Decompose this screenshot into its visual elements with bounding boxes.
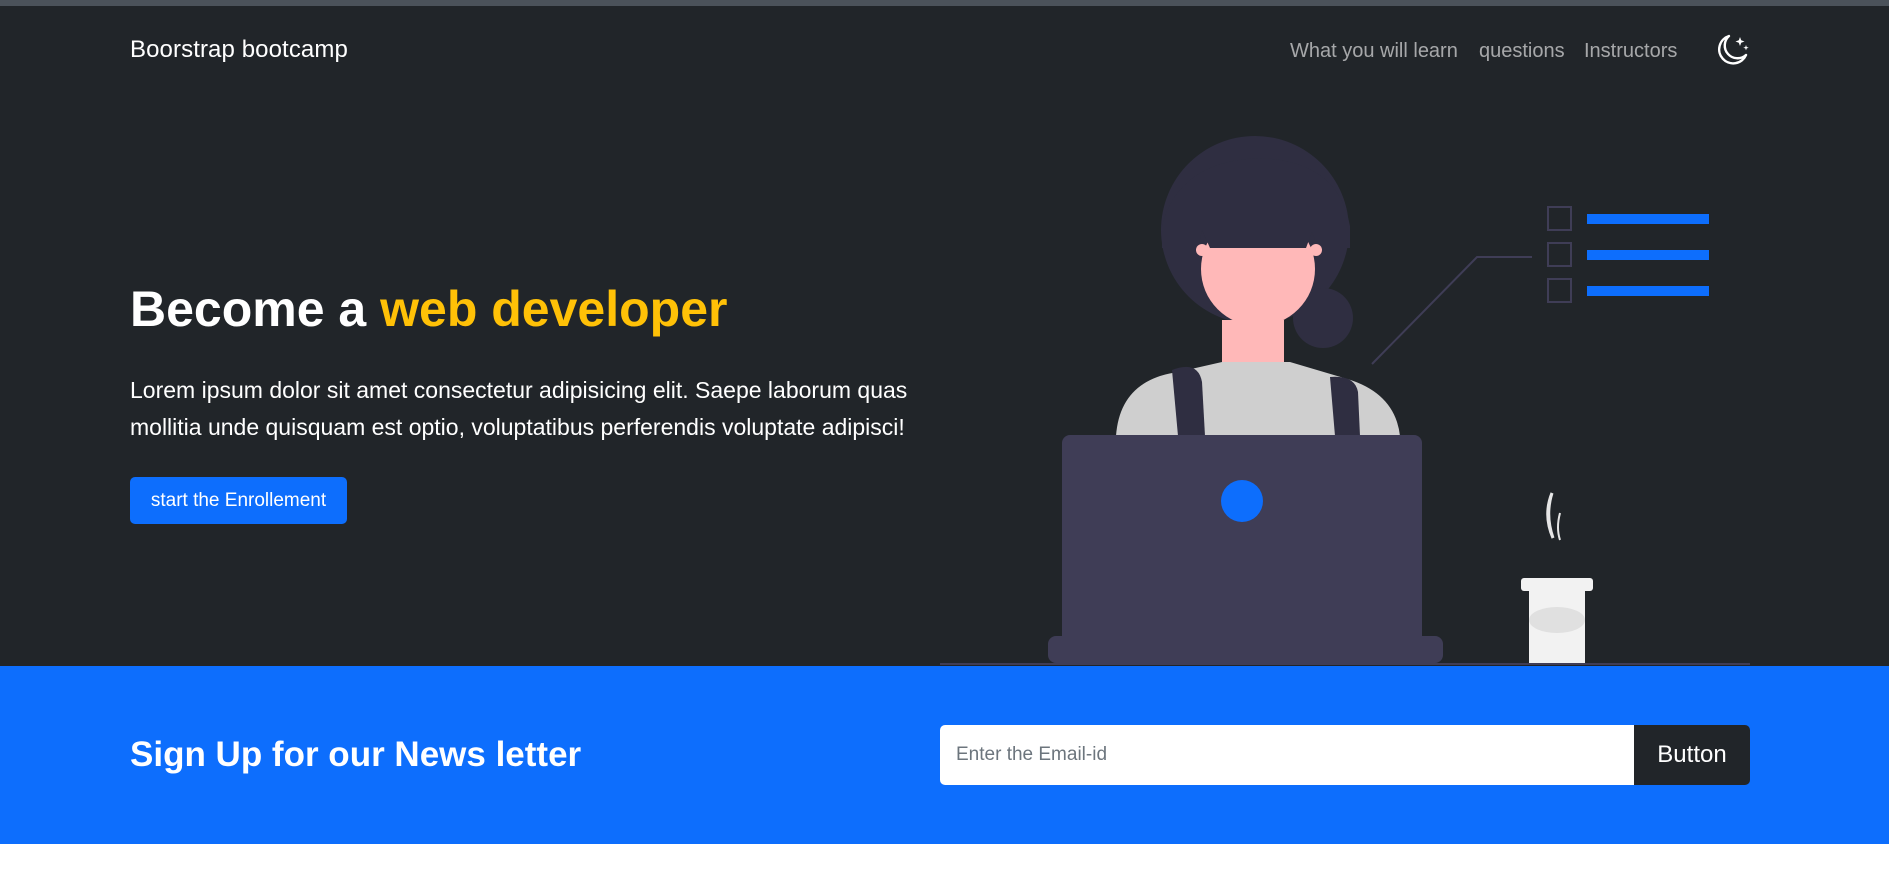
- start-enrollment-button[interactable]: start the Enrollement: [130, 477, 347, 524]
- nav-link-what-you-will-learn[interactable]: What you will learn: [1290, 40, 1458, 63]
- nav-link-questions[interactable]: questions: [1479, 40, 1565, 63]
- scrollbar-track[interactable]: [1889, 0, 1895, 875]
- hero-lead-text: Lorem ipsum dolor sit amet consectetur a…: [130, 377, 908, 440]
- moon-stars-icon: [1718, 34, 1749, 65]
- hero-title: Become a web developer: [130, 280, 727, 338]
- woman-with-laptop-illustration: [940, 136, 1750, 665]
- nav-link-instructors[interactable]: Instructors: [1584, 40, 1677, 63]
- hero-title-highlight: web developer: [380, 281, 728, 337]
- newsletter-title: Sign Up for our News letter: [130, 735, 582, 774]
- checkbox-icon: [1547, 242, 1572, 267]
- navbar-brand[interactable]: Boorstrap bootcamp: [130, 36, 348, 64]
- hero-title-start: Become a: [130, 281, 381, 337]
- newsletter-submit-button[interactable]: Button: [1634, 725, 1750, 785]
- theme-toggle-button[interactable]: [1712, 30, 1752, 70]
- checkbox-icon: [1547, 278, 1572, 303]
- checkbox-icon: [1547, 206, 1572, 231]
- email-input[interactable]: [940, 725, 1634, 785]
